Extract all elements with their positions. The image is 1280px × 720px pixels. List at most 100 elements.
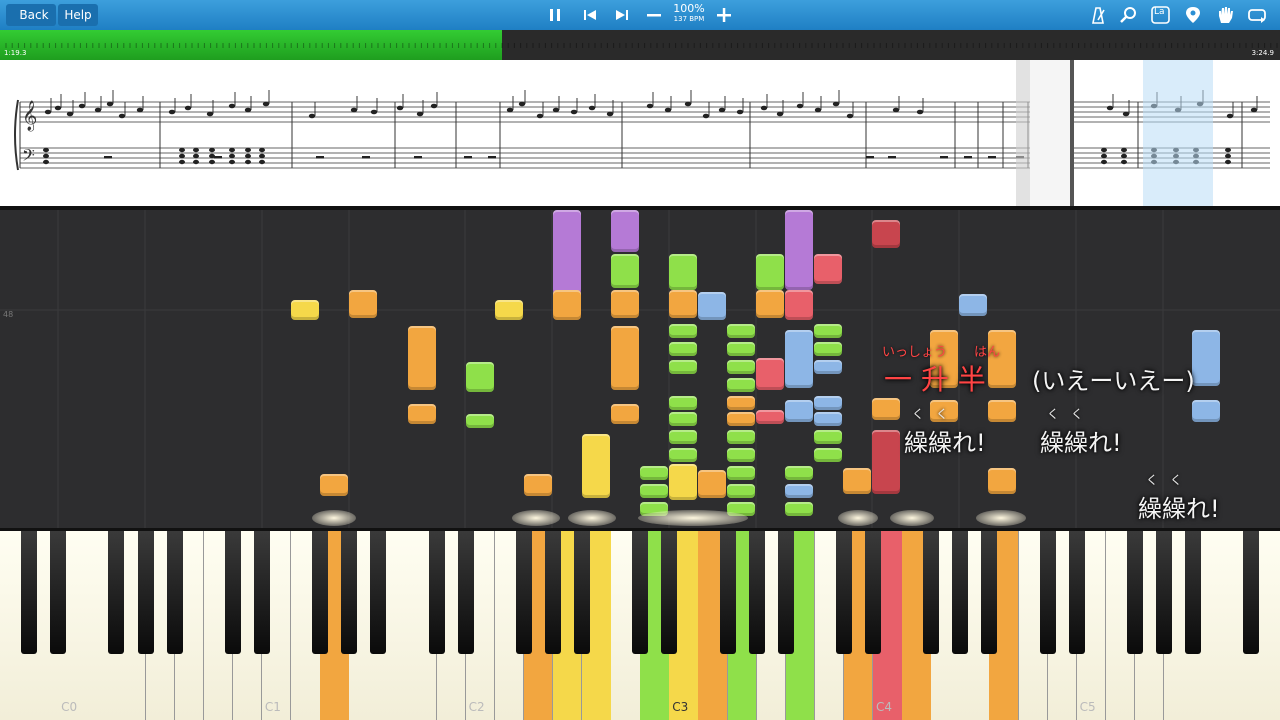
falling-note	[785, 400, 813, 422]
sheet-note-head	[179, 147, 185, 153]
black-key[interactable]	[370, 531, 387, 654]
black-key[interactable]	[137, 531, 154, 654]
key-octave-label: C5	[1079, 700, 1096, 714]
falling-note	[408, 404, 436, 424]
pause-icon[interactable]	[545, 5, 565, 25]
sheet-note-head	[106, 101, 114, 107]
black-key[interactable]	[457, 531, 474, 654]
black-key[interactable]	[1156, 531, 1172, 654]
note-label-icon[interactable]: La	[1150, 5, 1172, 25]
falling-note	[611, 254, 639, 288]
falling-note	[988, 330, 1016, 388]
progress-ticks	[5, 43, 1278, 48]
help-button-label: Help	[64, 8, 92, 22]
loop-glyph	[1248, 9, 1266, 23]
piano-keyboard[interactable]: C0 C1 C2 C3 C4 C5	[0, 528, 1280, 720]
minus-icon[interactable]	[644, 5, 664, 25]
falling-note	[785, 290, 813, 320]
skip-forward-icon[interactable]	[612, 5, 632, 25]
sheet-note-head	[1121, 147, 1127, 153]
falling-note	[814, 430, 842, 444]
location-pin-icon[interactable]	[1182, 5, 1204, 25]
falling-note	[727, 448, 755, 462]
loop-icon[interactable]	[1246, 5, 1268, 25]
black-key[interactable]	[544, 531, 561, 654]
sheet-rest	[866, 156, 874, 159]
song-progress-bar[interactable]: 1:19.3 3:24.9	[0, 30, 1280, 60]
falling-note	[814, 324, 842, 338]
sheet-note-head	[259, 147, 265, 153]
black-key[interactable]	[923, 531, 940, 654]
back-button[interactable]: Back	[6, 4, 56, 26]
falling-note	[785, 330, 813, 388]
falling-note	[727, 466, 755, 480]
sheet-rest	[214, 156, 222, 159]
black-key[interactable]	[835, 531, 852, 654]
roll-grid	[0, 210, 1280, 532]
hand-icon[interactable]	[1214, 5, 1236, 25]
sheet-note-head	[518, 101, 526, 107]
sheet-music[interactable]: 𝄞 𝄢	[0, 60, 1280, 206]
sheet-rest	[414, 156, 422, 159]
black-key[interactable]	[777, 531, 794, 654]
sheet-rest	[964, 156, 972, 159]
falling-note	[466, 362, 494, 392]
black-key[interactable]	[952, 531, 969, 654]
falling-note	[814, 254, 842, 284]
sheet-note-head	[193, 147, 199, 153]
black-key[interactable]	[312, 531, 329, 654]
falling-note	[959, 294, 987, 316]
plus-icon[interactable]	[714, 5, 734, 25]
sheet-note-head	[118, 113, 126, 119]
black-key[interactable]	[574, 531, 590, 654]
key-octave-label: C4	[875, 700, 892, 714]
falling-note	[814, 396, 842, 410]
measure-number: 48	[3, 310, 14, 319]
sheet-note-head	[552, 107, 560, 113]
sheet-note-head	[760, 105, 768, 111]
sheet-note-head	[736, 109, 744, 115]
black-key[interactable]	[1243, 531, 1260, 654]
black-key[interactable]	[1068, 531, 1085, 654]
black-key[interactable]	[428, 531, 445, 654]
playhead-line	[1070, 60, 1074, 206]
black-key[interactable]	[1185, 531, 1202, 654]
black-key[interactable]	[1039, 531, 1056, 654]
search-icon[interactable]	[1118, 5, 1140, 25]
black-key[interactable]	[166, 531, 183, 654]
black-key[interactable]	[50, 531, 67, 654]
black-key[interactable]	[632, 531, 649, 654]
sheet-note-head	[1225, 159, 1231, 165]
black-key[interactable]	[865, 531, 881, 654]
black-key[interactable]	[224, 531, 241, 654]
black-key[interactable]	[108, 531, 125, 654]
black-key[interactable]	[253, 531, 270, 654]
black-key[interactable]	[21, 531, 38, 654]
black-key[interactable]	[719, 531, 736, 654]
metronome-icon[interactable]	[1087, 5, 1109, 25]
falling-note	[814, 448, 842, 462]
black-key[interactable]	[661, 531, 678, 654]
black-key[interactable]	[515, 531, 532, 654]
falling-note	[495, 300, 523, 320]
skip-back-icon[interactable]	[580, 5, 600, 25]
sheet-note-head	[193, 153, 199, 159]
sheet-note-head	[94, 107, 102, 113]
falling-note	[727, 396, 755, 410]
black-key[interactable]	[981, 531, 998, 654]
black-key[interactable]	[748, 531, 765, 654]
location-pin-glyph	[1186, 7, 1200, 23]
falling-note	[611, 290, 639, 318]
falling-note	[756, 358, 784, 390]
black-key[interactable]	[1126, 531, 1143, 654]
falling-note	[582, 434, 610, 498]
help-button[interactable]: Help	[58, 4, 98, 26]
falling-note	[814, 342, 842, 356]
black-key[interactable]	[341, 531, 358, 654]
sheet-note-head	[308, 113, 316, 119]
sheet-note-head	[43, 159, 49, 165]
falling-note	[669, 430, 697, 444]
sheet-note-head	[370, 109, 378, 115]
sheet-note-head	[350, 107, 358, 113]
sheet-note-head	[1225, 153, 1231, 159]
